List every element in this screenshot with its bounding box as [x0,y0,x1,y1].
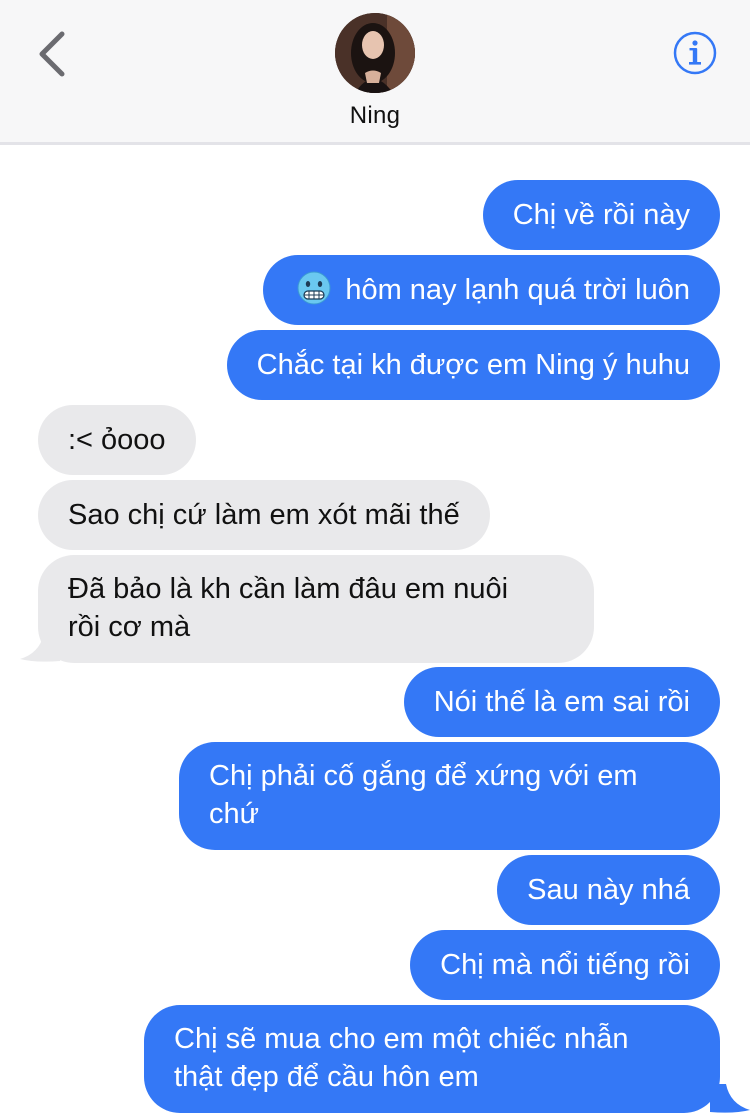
message-text: Sau này nhá [527,874,690,906]
message-bubble-outgoing[interactable]: Chắc tại kh được em Ning ý huhu [226,330,720,400]
incoming-bubble-tail [20,633,60,662]
message-text-line: Chị phải cố gắng để xứng với em [209,760,638,792]
message-bubble-outgoing[interactable]: Chị sẽ mua cho em một chiếc nhẫn thật đẹ… [144,1005,720,1113]
message-text: Chắc tại kh được em Ning ý huhu [256,349,690,381]
message-bubble-outgoing[interactable]: Chị về rồi này [482,180,720,250]
cold-face-emoji-icon [297,271,331,305]
message-text-line: Đã bảo là kh cần làm đâu em nuôi [68,573,509,605]
message-bubble-outgoing[interactable]: hôm nay lạnh quá trời luôn [263,255,720,325]
chevron-left-icon [39,31,65,77]
message-text: Sao chị cứ làm em xót mãi thế [68,499,460,531]
message-thread: Chị về rồi này hôm nay lạnh quá trời luô… [0,145,750,1114]
message-text: Chị về rồi này [512,199,690,231]
info-circle-icon [673,31,717,75]
contact-name[interactable]: Ning [0,102,750,130]
message-bubble-incoming[interactable]: Đã bảo là kh cần làm đâu em nuôi rồi cơ … [38,555,594,663]
message-text: :< ỏooo [68,424,166,456]
message-bubble-incoming[interactable]: :< ỏooo [38,405,196,475]
message-text-line: rồi cơ mà [68,611,191,643]
message-text: Nói thế là em sai rồi [433,686,690,718]
message-text-line: thật đẹp để cầu hôn em [174,1061,479,1093]
message-text-line: Chị sẽ mua cho em một chiếc nhẫn [174,1023,629,1055]
message-text: Chị mà nổi tiếng rồi [440,949,690,981]
message-text-line: chứ [209,798,260,830]
message-bubble-outgoing[interactable]: Chị phải cố gắng để xứng với em chứ [179,742,720,850]
message-text: hôm nay lạnh quá trời luôn [345,274,690,306]
message-bubble-outgoing[interactable]: Nói thế là em sai rồi [403,667,720,737]
conversation-header: Ning [0,0,750,145]
info-button[interactable] [672,30,718,76]
message-bubble-outgoing[interactable]: Chị mà nổi tiếng rồi [410,930,720,1000]
message-bubble-outgoing[interactable]: Sau này nhá [497,855,720,925]
message-bubble-incoming[interactable]: Sao chị cứ làm em xót mãi thế [38,480,490,550]
back-button[interactable] [30,28,76,84]
avatar-photo [335,13,415,93]
contact-avatar[interactable] [335,13,415,93]
outgoing-bubble-tail [710,1084,750,1113]
